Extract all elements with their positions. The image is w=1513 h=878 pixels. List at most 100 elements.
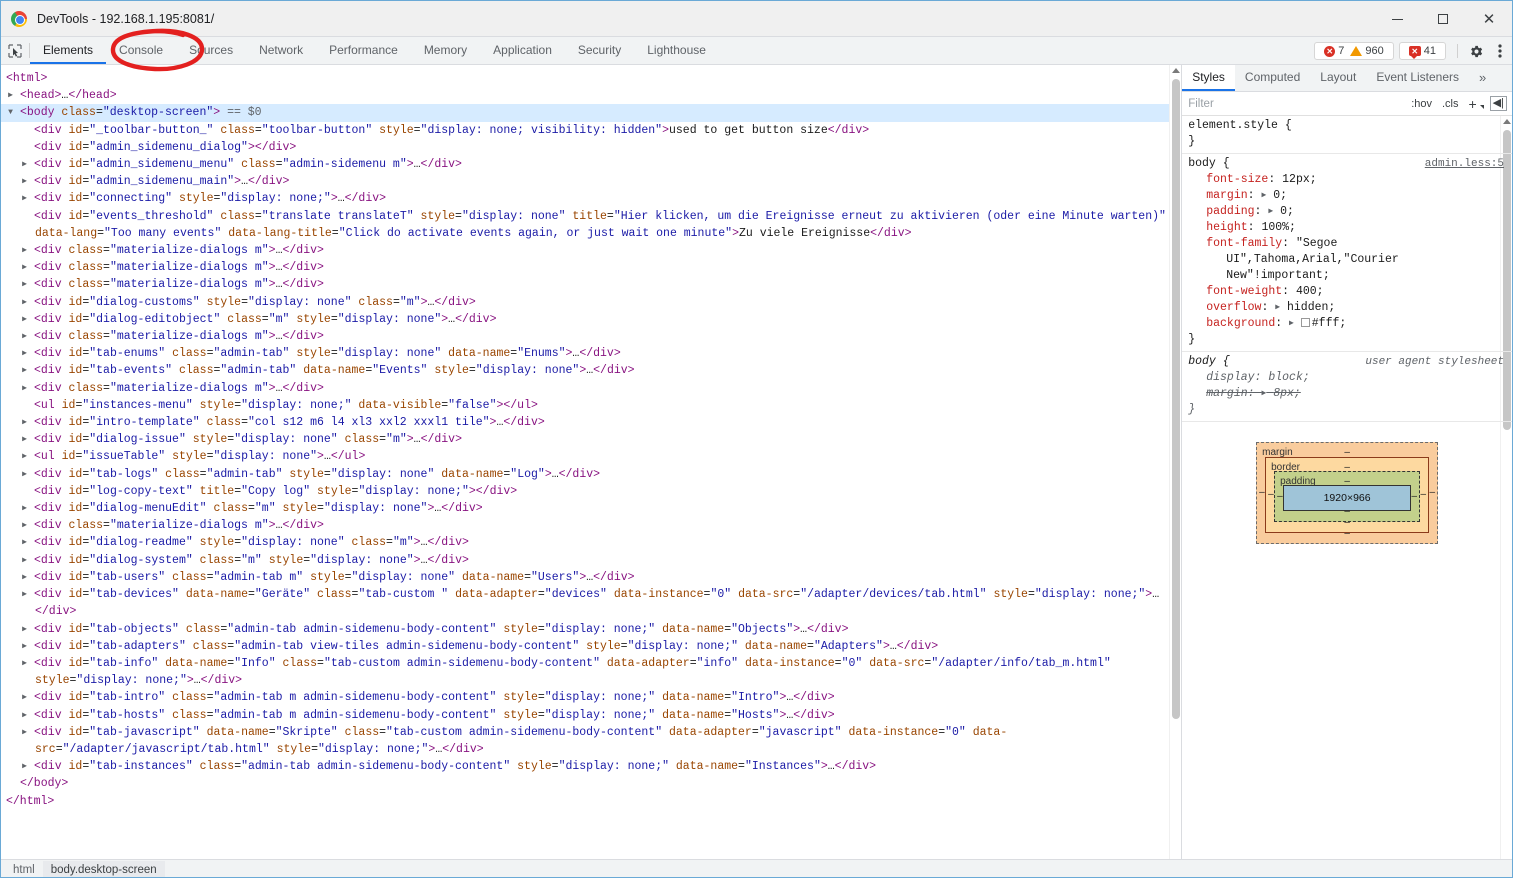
styles-filter-input[interactable]: [1186, 96, 1407, 111]
dom-node[interactable]: ▶ <ul id="issueTable" style="display: non…: [1, 448, 1181, 465]
dom-node[interactable]: ▶ <div id="tab-javascript" data-name="Skr…: [1, 724, 1181, 758]
disclosure-triangle-icon[interactable]: ▶: [22, 156, 34, 173]
disclosure-triangle-icon[interactable]: ▶: [22, 328, 34, 345]
dom-node[interactable]: ▶ <div id="tab-hosts" class="admin-tab m …: [1, 707, 1181, 724]
dom-node[interactable]: ▶ <div id="intro-template" class="col s12…: [1, 414, 1181, 431]
disclosure-triangle-icon[interactable]: ▶: [22, 362, 34, 379]
css-property-value[interactable]: "Segoe: [1296, 237, 1337, 250]
dom-node[interactable]: ▶ <div id="tab-logs" class="admin-tab" st…: [1, 466, 1181, 483]
warning-counter[interactable]: 960: [1347, 45, 1386, 57]
dom-node[interactable]: ▶ <div id="tab-instances" class="admin-ta…: [1, 758, 1181, 775]
dom-node[interactable]: ▶ <head>…</head>: [1, 87, 1181, 104]
border-right-value[interactable]: –: [1421, 487, 1427, 503]
css-property-name[interactable]: overflow: [1206, 301, 1261, 314]
elements-dom-panel[interactable]: <html>▶<head>…</head>⋯▼<body class="desk…: [1, 65, 1183, 859]
dom-node[interactable]: ▶ <div id="tab-events" class="admin-tab" …: [1, 362, 1181, 379]
styles-rules-list[interactable]: element.style {} body {admin.less:5 font-s…: [1182, 116, 1512, 859]
tab-elements[interactable]: Elements: [30, 37, 107, 64]
css-selector[interactable]: body {: [1188, 157, 1229, 170]
css-declaration[interactable]: margin: ▶ 0;: [1188, 188, 1506, 204]
border-left-value[interactable]: –: [1268, 487, 1274, 503]
dom-node[interactable]: ▶ <div id="dialog-menuEdit" class="m" sty…: [1, 500, 1181, 517]
disclosure-triangle-icon[interactable]: ▶: [22, 517, 34, 534]
disclosure-triangle-icon[interactable]: ▶: [22, 586, 34, 603]
css-property-value[interactable]: #fff;: [1312, 317, 1347, 330]
css-property-value[interactable]: block;: [1268, 371, 1309, 384]
css-declaration[interactable]: height: 100%;: [1188, 220, 1506, 236]
dom-node[interactable]: ▶ <div id="tab-users" class="admin-tab m"…: [1, 569, 1181, 586]
dom-node[interactable]: ▶ <div class="materialize-dialogs m">…</d…: [1, 328, 1181, 345]
css-property-value[interactable]: hidden;: [1287, 301, 1335, 314]
disclosure-triangle-icon[interactable]: ▶: [22, 758, 34, 775]
css-property-value[interactable]: 0;: [1280, 205, 1294, 218]
tab-application[interactable]: Application: [480, 37, 565, 64]
css-property-name[interactable]: font-family: [1206, 237, 1282, 250]
disclosure-triangle-icon[interactable]: ▶: [22, 190, 34, 207]
hov-button[interactable]: :hov: [1406, 98, 1437, 110]
css-declaration[interactable]: background: ▶ #fff;: [1188, 316, 1506, 332]
breadcrumb-item-body[interactable]: body.desktop-screen: [42, 860, 165, 877]
more-options-button[interactable]: [1488, 37, 1512, 65]
padding-right-value[interactable]: –: [1412, 489, 1418, 505]
css-rule[interactable]: body {admin.less:5 font-size: 12px; margin…: [1182, 154, 1512, 352]
css-declaration[interactable]: overflow: ▶ hidden;: [1188, 300, 1506, 316]
dom-tree[interactable]: <html>▶<head>…</head>⋯▼<body class="desk…: [1, 65, 1182, 810]
disclosure-triangle-icon[interactable]: ▶: [22, 569, 34, 586]
tab-computed[interactable]: Computed: [1235, 65, 1310, 91]
css-declaration[interactable]: font-weight: 400;: [1188, 284, 1506, 300]
dom-node[interactable]: ▶ <div class="materialize-dialogs m">…</d…: [1, 242, 1181, 259]
disclosure-triangle-icon[interactable]: ▶: [22, 552, 34, 569]
padding-left-value[interactable]: –: [1277, 489, 1283, 505]
box-model-padding[interactable]: padding – – – –1920×966: [1274, 471, 1421, 522]
tab-event-listeners[interactable]: Event Listeners: [1366, 65, 1469, 91]
dom-node[interactable]: ▶ <div class="materialize-dialogs m">…</d…: [1, 517, 1181, 534]
disclosure-triangle-icon[interactable]: ▶: [22, 689, 34, 706]
dom-node[interactable]: <div id="log-copy-text" title="Copy log"…: [1, 483, 1181, 500]
expand-shorthand-icon[interactable]: ▶: [1275, 300, 1280, 316]
dom-node[interactable]: ▶ <div id="dialog-editobject" class="m" s…: [1, 311, 1181, 328]
dom-node[interactable]: ▶ <div id="admin_sidemenu_menu" class="ad…: [1, 156, 1181, 173]
dom-node[interactable]: <div id="events_threshold" class="transl…: [1, 208, 1181, 242]
dom-node[interactable]: ▶ <div id="tab-enums" class="admin-tab" s…: [1, 345, 1181, 362]
disclosure-triangle-icon[interactable]: ▶: [22, 448, 34, 465]
css-property-name[interactable]: display: [1206, 371, 1254, 384]
disclosure-triangle-icon[interactable]: ▶: [22, 707, 34, 724]
styles-more-tabs-button[interactable]: »: [1469, 65, 1496, 91]
dom-scrollbar-thumb[interactable]: [1172, 79, 1181, 719]
disclosure-triangle-icon[interactable]: ▶: [22, 311, 34, 328]
tab-lighthouse[interactable]: Lighthouse: [634, 37, 719, 64]
disclosure-triangle-icon[interactable]: ▶: [22, 294, 34, 311]
breadcrumb-item-html[interactable]: html: [5, 861, 43, 878]
tab-network[interactable]: Network: [246, 37, 316, 64]
new-style-rule-button[interactable]: +: [1463, 96, 1486, 112]
dom-node[interactable]: <div id="_toolbar-button_" class="toolba…: [1, 122, 1181, 139]
dom-node[interactable]: ▶ <div class="materialize-dialogs m">…</d…: [1, 276, 1181, 293]
dom-node[interactable]: ▶ <div id="dialog-issue" style="display: …: [1, 431, 1181, 448]
padding-top-value[interactable]: –: [1344, 474, 1350, 490]
css-property-name[interactable]: font-size: [1206, 173, 1268, 186]
dom-node[interactable]: <ul id="instances-menu" style="display: …: [1, 397, 1181, 414]
disclosure-triangle-icon[interactable]: ▶: [22, 259, 34, 276]
toggle-computed-sidebar-button[interactable]: ◀|: [1489, 96, 1507, 111]
css-property-name[interactable]: margin: [1206, 387, 1247, 400]
css-declaration[interactable]: padding: ▶ 0;: [1188, 204, 1506, 220]
expand-shorthand-icon[interactable]: ▶: [1289, 316, 1294, 332]
margin-right-value[interactable]: –: [1430, 485, 1436, 501]
dom-node[interactable]: ▶ <div id="connecting" style="display: no…: [1, 190, 1181, 207]
issues-counter[interactable]: ✕ 41: [1398, 42, 1446, 60]
disclosure-triangle-icon[interactable]: ▶: [22, 500, 34, 517]
disclosure-triangle-icon[interactable]: ▶: [22, 173, 34, 190]
dom-node[interactable]: ▶ <div id="dialog-system" class="m" style…: [1, 552, 1181, 569]
settings-button[interactable]: [1464, 37, 1488, 65]
tab-console[interactable]: Console: [106, 37, 176, 64]
tab-styles[interactable]: Styles: [1182, 65, 1235, 91]
disclosure-triangle-icon[interactable]: ▶: [22, 466, 34, 483]
close-button[interactable]: ✕: [1466, 1, 1512, 37]
disclosure-triangle-icon[interactable]: ▶: [22, 655, 34, 672]
margin-left-value[interactable]: –: [1259, 485, 1265, 501]
disclosure-triangle-icon[interactable]: ▶: [8, 87, 20, 104]
dom-node[interactable]: <html>: [1, 70, 1181, 87]
dom-node[interactable]: ▶ <div id="dialog-customs" style="display…: [1, 294, 1181, 311]
box-model-margin[interactable]: margin – – – – border – – – – padding – – – –1920×966: [1256, 442, 1439, 544]
dom-node[interactable]: </html>: [1, 793, 1181, 810]
